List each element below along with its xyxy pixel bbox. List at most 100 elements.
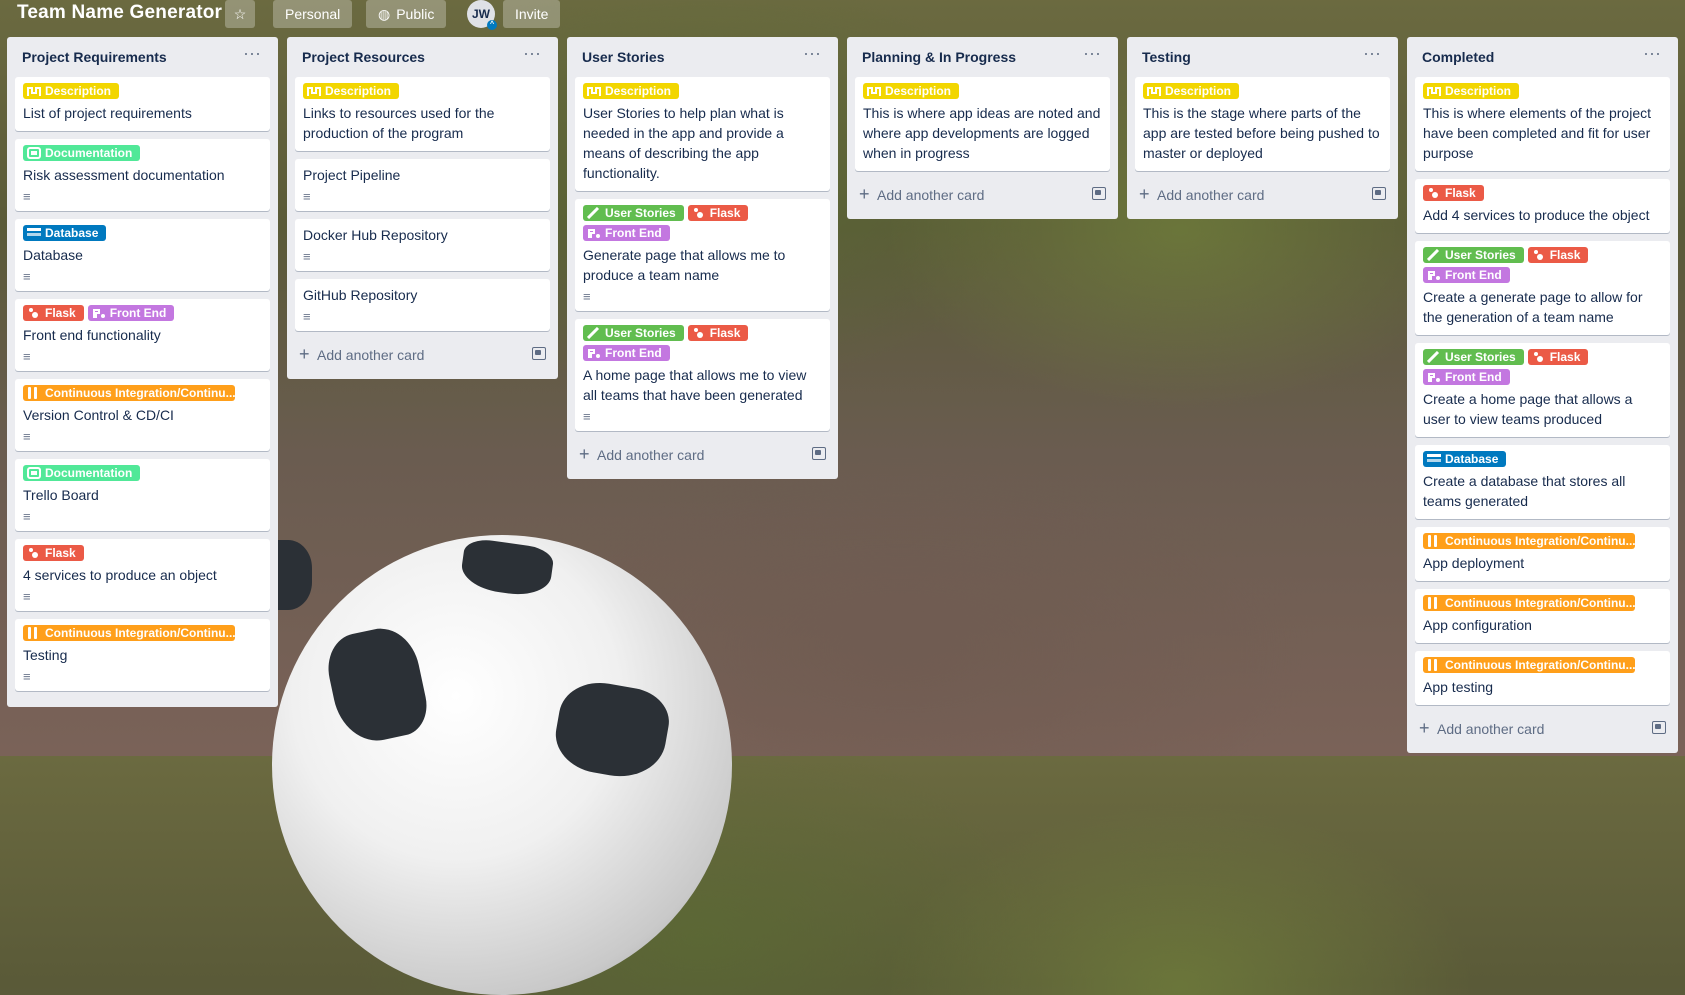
star-button[interactable]: ☆ — [225, 0, 255, 28]
add-card-button[interactable]: + Add another card — [1135, 179, 1390, 211]
list-title[interactable]: User Stories — [582, 49, 664, 65]
list-title[interactable]: Project Requirements — [22, 49, 167, 65]
card-label[interactable]: Front End — [583, 225, 670, 241]
invite-button[interactable]: Invite — [503, 0, 561, 28]
card[interactable]: User Stories Flask Front End Create a gener… — [1415, 241, 1670, 335]
card[interactable]: Description This is where app ideas are n… — [855, 77, 1110, 171]
card-labels: User Stories Flask Front End — [1423, 247, 1662, 287]
card[interactable]: User Stories Flask Front End Generate page … — [575, 199, 830, 311]
frontend-icon — [1427, 269, 1441, 281]
card[interactable]: Continuous Integration/Continu... App tes… — [1415, 651, 1670, 705]
list-title[interactable]: Testing — [1142, 49, 1191, 65]
card-label[interactable]: Continuous Integration/Continu... — [1423, 533, 1635, 549]
more-options-icon[interactable]: ··· — [1360, 43, 1384, 67]
card-label[interactable]: Database — [1423, 451, 1507, 467]
card-label[interactable]: User Stories — [583, 205, 684, 221]
card-title: GitHub Repository — [303, 287, 418, 303]
card-label[interactable]: Documentation — [23, 145, 141, 161]
card[interactable]: Database Create a database that stores al… — [1415, 445, 1670, 519]
card-labels: Database — [1423, 451, 1662, 471]
card-label[interactable]: Continuous Integration/Continu... — [1423, 595, 1635, 611]
description-icon: ≡ — [23, 589, 31, 604]
card[interactable]: Project Pipeline ≡ — [295, 159, 550, 211]
card-label[interactable]: Flask — [23, 545, 84, 561]
add-card-button[interactable]: + Add another card — [1415, 713, 1670, 745]
card-label-text: Flask — [1549, 350, 1581, 364]
card-label[interactable]: Description — [583, 83, 680, 99]
card-label[interactable]: Front End — [583, 345, 670, 361]
card-template-icon[interactable] — [532, 347, 546, 360]
card[interactable]: Continuous Integration/Continu... Testing… — [15, 619, 270, 691]
card[interactable]: Documentation Trello Board ≡ — [15, 459, 270, 531]
card[interactable]: User Stories Flask Front End A home page th… — [575, 319, 830, 431]
more-options-icon[interactable]: ··· — [240, 43, 264, 67]
card-label[interactable]: Description — [1143, 83, 1240, 99]
visibility-button[interactable]: ◍ Public — [366, 0, 447, 28]
card[interactable]: Documentation Risk assessment documentati… — [15, 139, 270, 211]
card[interactable]: Flask Front End Front end functionality ≡ — [15, 299, 270, 371]
card[interactable]: Flask 4 services to produce an object ≡ — [15, 539, 270, 611]
card[interactable]: Docker Hub Repository ≡ — [295, 219, 550, 271]
card-labels: User Stories Flask Front End — [583, 325, 822, 365]
card[interactable]: Description List of project requirements — [15, 77, 270, 131]
add-card-button[interactable]: + Add another card — [575, 439, 830, 471]
card[interactable]: Continuous Integration/Continu... Version… — [15, 379, 270, 451]
card-title: A home page that allows me to view all t… — [583, 367, 807, 403]
pipeline-icon — [307, 85, 321, 97]
card-label-text: Continuous Integration/Continu... — [1445, 596, 1635, 610]
card-label[interactable]: Description — [23, 83, 120, 99]
member-avatar[interactable]: JW ^ — [467, 0, 497, 30]
card-template-icon[interactable] — [1652, 721, 1666, 734]
card-label[interactable]: Flask — [687, 205, 749, 221]
list-title[interactable]: Planning & In Progress — [862, 49, 1016, 65]
more-options-icon[interactable]: ··· — [1080, 43, 1104, 67]
card-label[interactable]: User Stories — [1423, 247, 1524, 263]
card-label[interactable]: Flask — [1527, 349, 1589, 365]
card-labels: Description — [23, 83, 262, 103]
card-label[interactable]: Front End — [1423, 369, 1510, 385]
card[interactable]: GitHub Repository ≡ — [295, 279, 550, 331]
card-label[interactable]: Continuous Integration/Continu... — [23, 625, 235, 641]
card-label[interactable]: Continuous Integration/Continu... — [1423, 657, 1635, 673]
card-template-icon[interactable] — [1372, 187, 1386, 200]
card[interactable]: Flask Add 4 services to produce the objec… — [1415, 179, 1670, 233]
team-visibility-button[interactable]: Personal — [273, 0, 353, 28]
card[interactable]: Continuous Integration/Continu... App con… — [1415, 589, 1670, 643]
flask-icon — [692, 327, 706, 339]
card-label[interactable]: User Stories — [1423, 349, 1524, 365]
card-label[interactable]: Documentation — [23, 465, 141, 481]
card[interactable]: Description User Stories to help plan wha… — [575, 77, 830, 191]
more-options-icon[interactable]: ··· — [520, 43, 544, 67]
card-template-icon[interactable] — [812, 447, 826, 460]
card-label[interactable]: Front End — [1423, 267, 1510, 283]
add-card-label: Add another card — [1437, 721, 1545, 737]
card[interactable]: Database Database ≡ — [15, 219, 270, 291]
card-title: Generate page that allows me to produce … — [583, 247, 786, 283]
more-options-icon[interactable]: ··· — [1640, 43, 1664, 67]
add-card-button[interactable]: + Add another card — [855, 179, 1110, 211]
more-options-icon[interactable]: ··· — [800, 43, 824, 67]
card-label[interactable]: Flask — [1527, 247, 1589, 263]
card[interactable]: Description This is where elements of the… — [1415, 77, 1670, 171]
card[interactable]: Continuous Integration/Continu... App dep… — [1415, 527, 1670, 581]
card-template-icon[interactable] — [1092, 187, 1106, 200]
card-label[interactable]: User Stories — [583, 325, 684, 341]
card-label[interactable]: Description — [1423, 83, 1520, 99]
card-label[interactable]: Flask — [687, 325, 749, 341]
list-title[interactable]: Project Resources — [302, 49, 425, 65]
card[interactable]: Description Links to resources used for t… — [295, 77, 550, 151]
card[interactable]: User Stories Flask Front End Create a home … — [1415, 343, 1670, 437]
card-label[interactable]: Front End — [87, 305, 175, 321]
card-label[interactable]: Database — [23, 225, 107, 241]
list-title[interactable]: Completed — [1422, 49, 1494, 65]
list-header: Project Resources ··· — [295, 37, 550, 77]
card-label[interactable]: Description — [863, 83, 960, 99]
card-label[interactable]: Continuous Integration/Continu... — [23, 385, 235, 401]
card-label[interactable]: Description — [303, 83, 400, 99]
card-label[interactable]: Flask — [23, 305, 84, 321]
add-card-button[interactable]: + Add another card — [295, 339, 550, 371]
description-icon: ≡ — [23, 509, 31, 524]
card[interactable]: Description This is the stage where parts… — [1135, 77, 1390, 171]
card-label[interactable]: Flask — [1423, 185, 1484, 201]
board-title[interactable]: Team Name Generator — [17, 2, 222, 24]
